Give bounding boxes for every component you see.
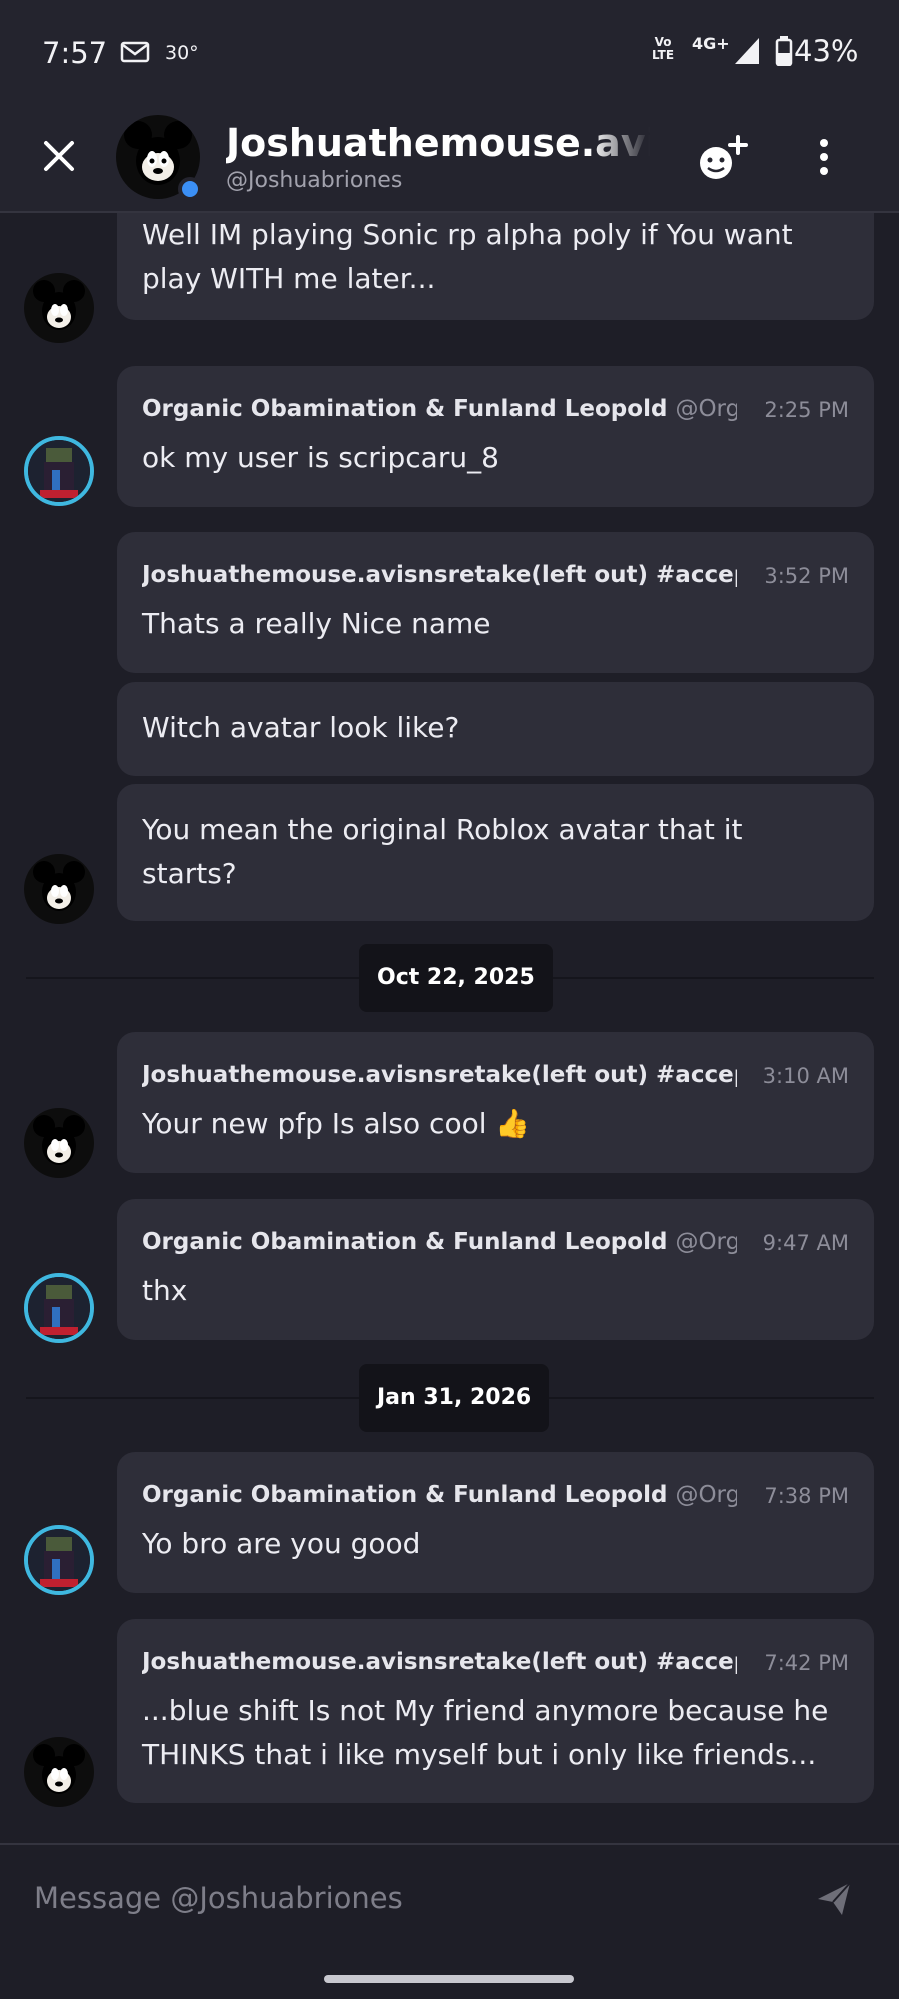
message-input[interactable] [34, 1873, 774, 1923]
battery-icon [775, 36, 793, 70]
home-indicator[interactable] [324, 1975, 574, 1983]
message-timestamp: 9:47 AM [754, 1231, 849, 1255]
message-text: thx [142, 1274, 188, 1307]
message-bubble[interactable]: Organic Obamination & Funland Leopold @O… [117, 1452, 874, 1593]
status-time: 7:57 [42, 36, 108, 70]
avatar[interactable] [24, 1108, 94, 1178]
close-button[interactable] [38, 135, 80, 177]
message-bubble[interactable]: Joshuathemouse.avisnsretake(left out) #a… [117, 1619, 874, 1803]
message-header: Organic Obamination & Funland Leopold @O… [142, 1482, 849, 1512]
avatar[interactable] [24, 1525, 94, 1595]
message-list[interactable]: Well IM playing Sonic rp alpha poly if Y… [0, 213, 899, 1843]
message-composer [0, 1843, 899, 1999]
date-divider-label: Oct 22, 2025 [359, 944, 553, 1012]
avatar[interactable] [24, 436, 94, 506]
online-status-indicator [178, 177, 202, 201]
message-author[interactable]: Organic Obamination & Funland Leopold @O… [142, 396, 737, 422]
message-timestamp: 3:52 PM [756, 564, 849, 588]
message-bubble[interactable]: Organic Obamination & Funland Leopold @O… [117, 1199, 874, 1340]
message-text: Witch avatar look like? [142, 711, 460, 744]
message-bubble[interactable]: Organic Obamination & Funland Leopold @O… [117, 366, 874, 507]
message-timestamp: 7:42 PM [756, 1651, 849, 1675]
mouse-avatar-icon [33, 1115, 85, 1165]
mouse-avatar-icon [33, 280, 85, 330]
add-friend-icon [700, 135, 748, 179]
message-text: Your new pfp Is also cool 👍 [142, 1107, 531, 1140]
message-header: Organic Obamination & Funland Leopold @O… [142, 396, 849, 426]
date-divider-label: Jan 31, 2026 [359, 1364, 550, 1432]
header-username[interactable]: Joshuathemouse.avisnsretake(left out) #a… [226, 121, 650, 165]
avatar[interactable] [24, 854, 94, 924]
message-text: You mean the original Roblox avatar that… [142, 813, 743, 890]
message-timestamp: 7:38 PM [756, 1484, 849, 1508]
network-type: 4G+ [692, 34, 730, 53]
message-bubble[interactable]: Witch avatar look like? [117, 682, 874, 776]
message-bubble[interactable]: Well IM playing Sonic rp alpha poly if Y… [117, 213, 874, 320]
avatar[interactable] [24, 273, 94, 343]
message-author[interactable]: Organic Obamination & Funland Leopold @O… [142, 1229, 737, 1255]
send-icon [818, 1882, 851, 1915]
message-header: Joshuathemouse.avisnsretake(left out) #a… [142, 1649, 849, 1679]
organic-avatar-icon [28, 1277, 90, 1339]
message-author[interactable]: Joshuathemouse.avisnsretake(left out) #a… [142, 1649, 737, 1675]
message-text: Yo bro are you good [142, 1527, 421, 1560]
more-options-button[interactable] [808, 135, 840, 179]
message-text: Thats a really Nice name [142, 607, 491, 640]
close-icon [44, 141, 74, 171]
message-bubble[interactable]: Joshuathemouse.avisnsretake(left out) #a… [117, 1032, 874, 1173]
message-header: Joshuathemouse.avisnsretake(left out) #a… [142, 562, 849, 592]
message-header: Joshuathemouse.avisnsretake(left out) #a… [142, 1062, 849, 1092]
mouse-avatar-icon [33, 861, 85, 911]
message-author[interactable]: Joshuathemouse.avisnsretake(left out) #a… [142, 562, 737, 588]
organic-avatar-icon [28, 1529, 90, 1591]
message-text: ok my user is scripcaru_8 [142, 441, 499, 474]
dm-header: Joshuathemouse.avisnsretake(left out) #a… [0, 105, 899, 213]
header-handle: @Joshuabriones [226, 168, 403, 193]
message-bubble[interactable]: You mean the original Roblox avatar that… [117, 784, 874, 921]
avatar[interactable] [24, 1273, 94, 1343]
message-author[interactable]: Joshuathemouse.avisnsretake(left out) #a… [142, 1062, 737, 1088]
status-bar: 7:57 30° Vo LTE 4G+ 43% [0, 0, 899, 105]
message-timestamp: 2:25 PM [756, 398, 849, 422]
message-bubble[interactable]: Joshuathemouse.avisnsretake(left out) #a… [117, 532, 874, 673]
volte-indicator: Vo LTE [652, 35, 675, 62]
more-vertical-icon [820, 139, 828, 175]
add-friend-button[interactable] [694, 133, 750, 185]
status-temperature: 30° [165, 42, 199, 64]
mail-icon [120, 40, 150, 68]
message-text: Well IM playing Sonic rp alpha poly if Y… [142, 218, 793, 295]
battery-percentage: 43% [794, 34, 859, 68]
signal-icon [733, 36, 761, 70]
message-text: ...blue shift Is not My friend anymore b… [142, 1694, 829, 1771]
avatar[interactable] [24, 1737, 94, 1807]
message-timestamp: 3:10 AM [754, 1064, 849, 1088]
message-author[interactable]: Organic Obamination & Funland Leopold @O… [142, 1482, 737, 1508]
organic-avatar-icon [28, 440, 90, 502]
send-button[interactable] [814, 1879, 854, 1919]
message-header: Organic Obamination & Funland Leopold @O… [142, 1229, 849, 1259]
mouse-avatar-icon [33, 1744, 85, 1794]
